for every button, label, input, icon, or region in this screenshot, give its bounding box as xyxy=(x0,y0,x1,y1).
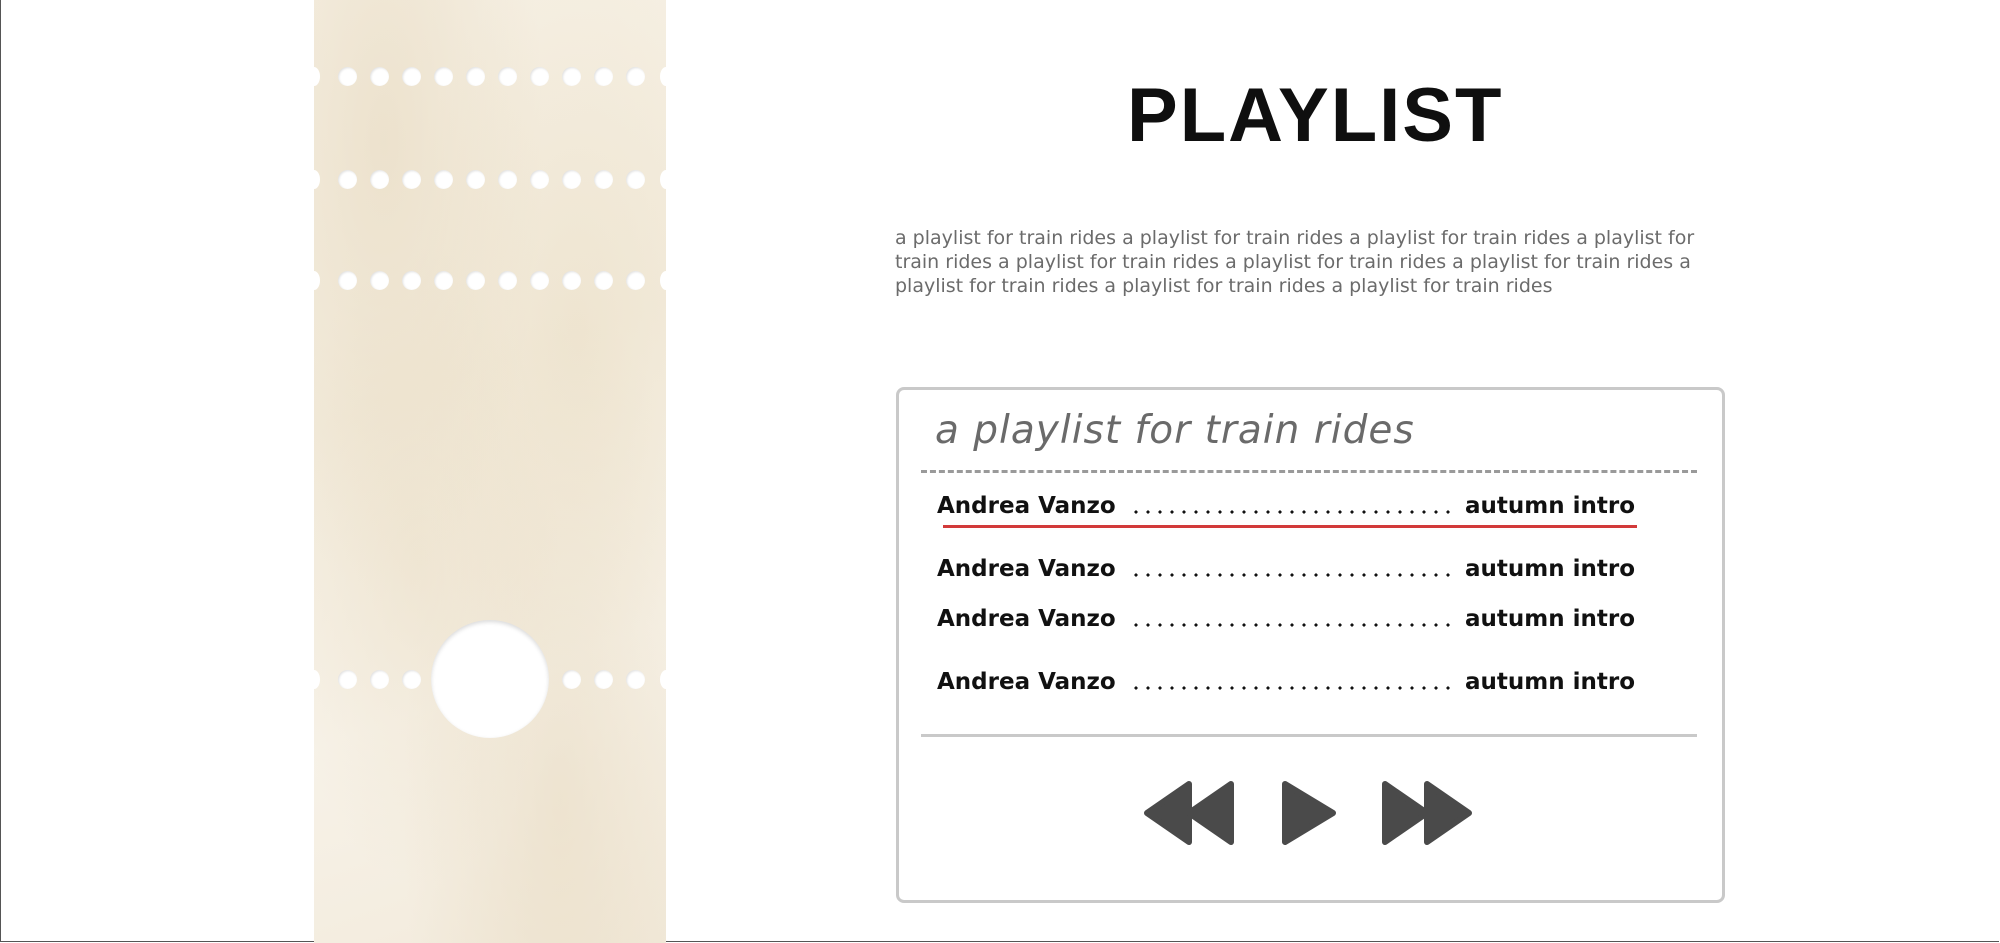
playlist-description: a playlist for train rides a playlist fo… xyxy=(895,227,1695,297)
perforation-row xyxy=(308,170,672,190)
track-title: autumn intro xyxy=(1464,556,1635,582)
dot-leader xyxy=(1129,510,1451,514)
track-title: autumn intro xyxy=(1464,606,1635,632)
track-row[interactable]: Andrea Vanzo autumn intro xyxy=(937,489,1635,523)
dot-leader xyxy=(1129,686,1451,690)
playback-controls xyxy=(899,780,1722,860)
rewind-button[interactable] xyxy=(1143,780,1237,850)
perforation-row xyxy=(308,271,672,291)
dot-leader xyxy=(1129,623,1451,627)
play-button[interactable] xyxy=(1279,780,1339,850)
page-title: PLAYLIST xyxy=(1127,73,1504,158)
track-row[interactable]: Andrea Vanzo autumn intro xyxy=(937,602,1635,636)
rewind-icon xyxy=(1144,781,1234,845)
fast-forward-button[interactable] xyxy=(1379,780,1473,850)
track-title: autumn intro xyxy=(1464,493,1635,519)
perforation-row xyxy=(308,67,672,87)
fast-forward-icon xyxy=(1382,781,1472,845)
track-artist: Andrea Vanzo xyxy=(937,669,1116,695)
player-title: a playlist for train rides xyxy=(935,408,1415,453)
track-artist: Andrea Vanzo xyxy=(937,556,1116,582)
controls-divider xyxy=(921,734,1697,737)
active-track-underline xyxy=(943,525,1637,528)
track-artist: Andrea Vanzo xyxy=(937,606,1116,632)
track-row[interactable]: Andrea Vanzo autumn intro xyxy=(937,552,1635,586)
track-title: autumn intro xyxy=(1464,669,1635,695)
ticket-punch-hole xyxy=(431,620,549,738)
dashed-divider xyxy=(921,470,1697,473)
play-icon xyxy=(1282,781,1336,845)
track-row[interactable]: Andrea Vanzo autumn intro xyxy=(937,665,1635,699)
ticket-strip xyxy=(308,0,672,943)
track-artist: Andrea Vanzo xyxy=(937,493,1116,519)
player-card: a playlist for train rides Andrea Vanzo … xyxy=(896,387,1725,903)
dot-leader xyxy=(1129,573,1451,577)
